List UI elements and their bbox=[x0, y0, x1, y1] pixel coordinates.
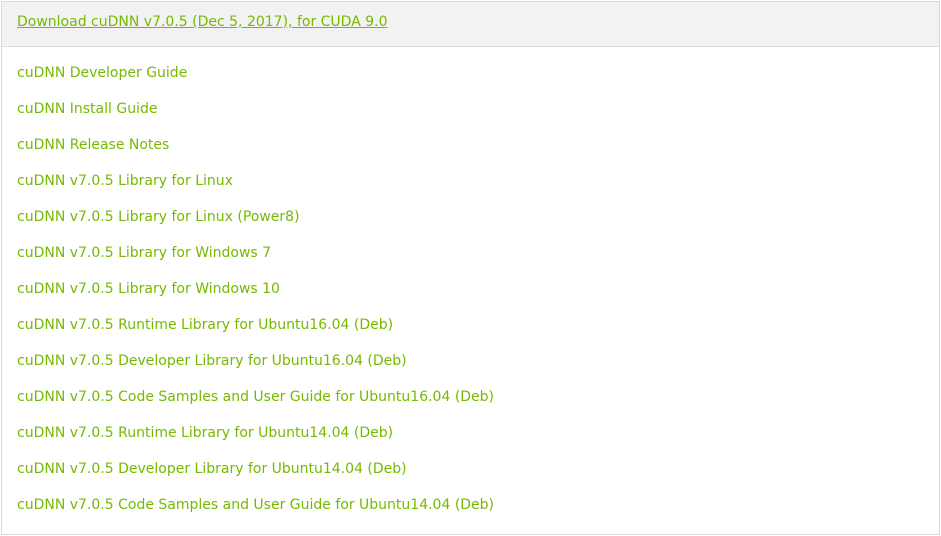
library-linux-power8-link[interactable]: cuDNN v7.0.5 Library for Linux (Power8) bbox=[17, 209, 300, 225]
list-item: cuDNN v7.0.5 Developer Library for Ubunt… bbox=[17, 458, 939, 494]
panel-header: Download cuDNN v7.0.5 (Dec 5, 2017), for… bbox=[2, 2, 939, 47]
runtime-library-ubuntu1604-link[interactable]: cuDNN v7.0.5 Runtime Library for Ubuntu1… bbox=[17, 317, 393, 333]
list-item: cuDNN Release Notes bbox=[17, 134, 939, 170]
list-item: cuDNN v7.0.5 Developer Library for Ubunt… bbox=[17, 350, 939, 386]
developer-guide-link[interactable]: cuDNN Developer Guide bbox=[17, 65, 187, 81]
runtime-library-ubuntu1404-link[interactable]: cuDNN v7.0.5 Runtime Library for Ubuntu1… bbox=[17, 425, 393, 441]
list-item: cuDNN v7.0.5 Library for Linux bbox=[17, 170, 939, 206]
library-linux-link[interactable]: cuDNN v7.0.5 Library for Linux bbox=[17, 173, 233, 189]
developer-library-ubuntu1404-link[interactable]: cuDNN v7.0.5 Developer Library for Ubunt… bbox=[17, 461, 407, 477]
list-item: cuDNN Install Guide bbox=[17, 98, 939, 134]
list-item: cuDNN v7.0.5 Code Samples and User Guide… bbox=[17, 386, 939, 422]
library-windows7-link[interactable]: cuDNN v7.0.5 Library for Windows 7 bbox=[17, 245, 271, 261]
download-link-list: cuDNN Developer Guide cuDNN Install Guid… bbox=[2, 47, 939, 530]
library-windows10-link[interactable]: cuDNN v7.0.5 Library for Windows 10 bbox=[17, 281, 280, 297]
code-samples-ubuntu1604-link[interactable]: cuDNN v7.0.5 Code Samples and User Guide… bbox=[17, 389, 494, 405]
developer-library-ubuntu1604-link[interactable]: cuDNN v7.0.5 Developer Library for Ubunt… bbox=[17, 353, 407, 369]
download-panel: Download cuDNN v7.0.5 (Dec 5, 2017), for… bbox=[1, 1, 940, 535]
list-item: cuDNN v7.0.5 Runtime Library for Ubuntu1… bbox=[17, 422, 939, 458]
list-item: cuDNN v7.0.5 Library for Windows 7 bbox=[17, 242, 939, 278]
list-item: cuDNN v7.0.5 Runtime Library for Ubuntu1… bbox=[17, 314, 939, 350]
list-item: cuDNN v7.0.5 Library for Windows 10 bbox=[17, 278, 939, 314]
list-item: cuDNN v7.0.5 Code Samples and User Guide… bbox=[17, 494, 939, 530]
list-item: cuDNN Developer Guide bbox=[17, 62, 939, 98]
code-samples-ubuntu1404-link[interactable]: cuDNN v7.0.5 Code Samples and User Guide… bbox=[17, 497, 494, 513]
panel-body: cuDNN Developer Guide cuDNN Install Guid… bbox=[2, 47, 939, 530]
list-item: cuDNN v7.0.5 Library for Linux (Power8) bbox=[17, 206, 939, 242]
download-cudnn-toggle-link[interactable]: Download cuDNN v7.0.5 (Dec 5, 2017), for… bbox=[17, 14, 388, 30]
release-notes-link[interactable]: cuDNN Release Notes bbox=[17, 137, 169, 153]
install-guide-link[interactable]: cuDNN Install Guide bbox=[17, 101, 157, 117]
